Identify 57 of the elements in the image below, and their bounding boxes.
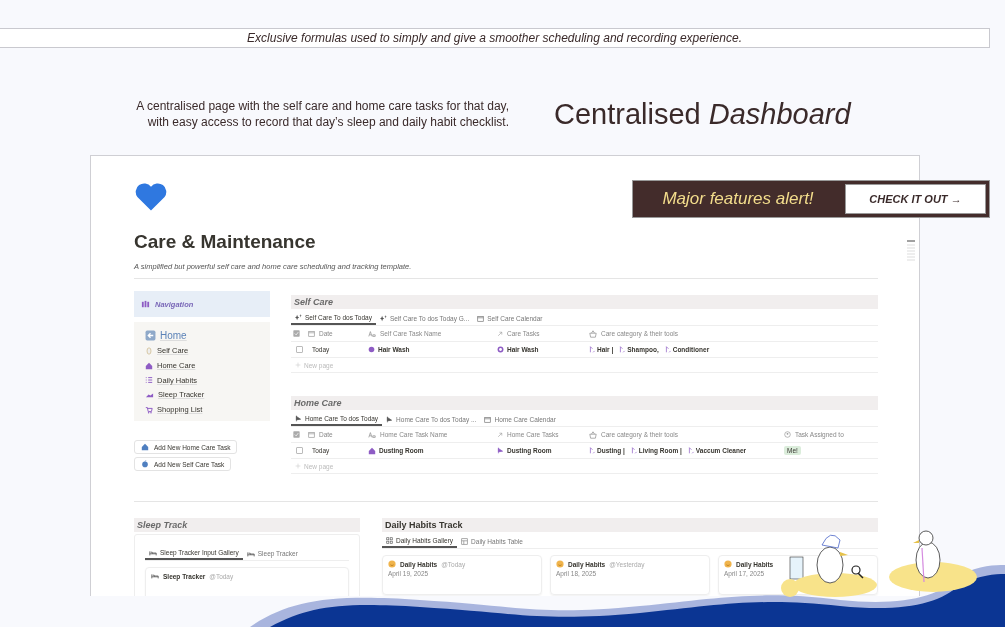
section-header: Home Care: [291, 396, 878, 410]
tool-icon: [589, 447, 596, 454]
calendar-icon: [477, 315, 485, 322]
candle-drawing: [781, 556, 804, 597]
tool-icon: [630, 447, 638, 454]
back-arrow-icon: [145, 329, 156, 341]
sparkle-icon: [379, 315, 387, 322]
mirror-icon: [145, 346, 153, 355]
cart-icon: [145, 405, 153, 414]
calendar-icon: [308, 330, 315, 337]
text-icon: [368, 329, 376, 338]
checkbox[interactable]: [296, 346, 303, 353]
banner-text: Major features alert!: [661, 189, 815, 209]
tool-icon: [664, 346, 672, 353]
gallery-icon: [386, 537, 393, 544]
smiley-icon: [388, 560, 396, 568]
checkbox[interactable]: [296, 447, 303, 454]
smiley-icon: [556, 560, 564, 568]
description-text: A centralised page with the self care and home care tasks for that day, with easy access to record that day’s sleep and daily habit checklist.: [135, 98, 509, 130]
tagline-text: Exclusive formulas used to simply and give a smoother scheduling and recording experience.: [0, 28, 990, 48]
house-icon: [141, 443, 149, 451]
section-header: Daily Habits Track: [382, 518, 878, 532]
smiley-icon: [724, 560, 732, 568]
text-icon: [368, 430, 376, 439]
checkbox-icon: [293, 431, 300, 438]
tool-icon: [619, 346, 627, 353]
plus-icon: [295, 362, 301, 368]
section-heading: Centralised Dashboard: [554, 97, 851, 131]
arrow-icon: [497, 431, 503, 438]
basket-icon: [589, 329, 597, 338]
person-icon: [784, 431, 791, 438]
bed-icon: [149, 548, 157, 557]
page-title: Care & Maintenance: [134, 231, 316, 253]
calendar-icon: [484, 416, 492, 423]
outline-icon: [906, 240, 916, 261]
apple-icon: [141, 460, 149, 468]
checkbox-icon: [293, 330, 300, 337]
sparkle-icon: [295, 314, 302, 321]
blob-icon: [368, 346, 375, 353]
section-header: Self Care: [291, 295, 878, 309]
calendar-icon: [308, 431, 315, 438]
section-header: Sleep Track: [134, 518, 360, 532]
checklist-icon: [145, 376, 153, 385]
bed-icon: [151, 572, 159, 580]
bed-icon: [246, 549, 255, 558]
arrow-icon: [497, 330, 503, 337]
badge-icon: [497, 346, 504, 353]
house-icon: [145, 361, 153, 370]
tool-icon: [687, 447, 695, 454]
house-icon: [368, 446, 376, 455]
table-icon: [461, 538, 469, 545]
check-it-out-button[interactable]: CHECK IT OUT →: [845, 184, 986, 214]
basket-icon: [589, 430, 597, 439]
nav-link[interactable]: Home: [145, 328, 270, 342]
tool-icon: [589, 346, 596, 353]
plus-icon: [295, 463, 301, 469]
map-icon: [141, 299, 150, 309]
